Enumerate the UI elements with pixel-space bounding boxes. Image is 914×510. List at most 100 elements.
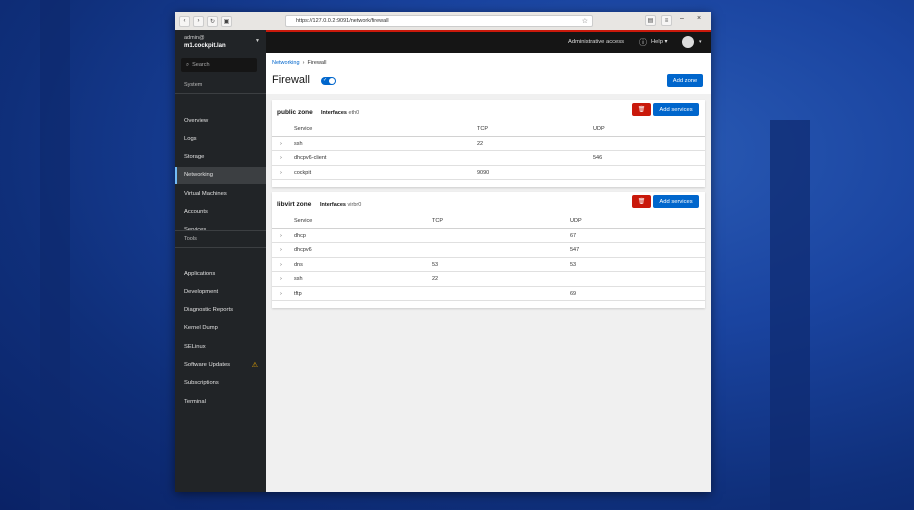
add-services-button[interactable]: Add services: [653, 103, 699, 116]
wallpaper-tree: [40, 0, 70, 510]
trash-icon: 🗑: [637, 199, 646, 205]
column-header: UDP: [570, 218, 582, 224]
table-row[interactable]: › ssh 22: [272, 272, 705, 287]
column-header: Service: [294, 126, 313, 132]
chevron-right-icon[interactable]: ›: [280, 247, 282, 253]
interfaces-value: virbr0: [347, 202, 362, 208]
sidebar-item-storage[interactable]: Storage: [175, 149, 266, 166]
cell-tcp: 22: [432, 276, 439, 282]
chevron-right-icon[interactable]: ›: [280, 233, 282, 239]
chevron-right-icon[interactable]: ›: [280, 291, 282, 297]
sidebar-item-label: SELinux: [184, 343, 206, 350]
sidebar-item-label: Subscriptions: [184, 380, 219, 387]
top-bar: Administrative access ⓘ Help ▾ ▾: [266, 32, 711, 53]
reload-button[interactable]: ↻: [207, 15, 218, 27]
table-row[interactable]: › dns 53 53: [272, 258, 705, 272]
chevron-right-icon[interactable]: ›: [280, 170, 282, 176]
sidebar-item-diagnostic-reports[interactable]: Diagnostic Reports: [175, 302, 266, 319]
breadcrumb-networking[interactable]: Networking: [272, 60, 300, 66]
add-services-button[interactable]: Add services: [653, 195, 699, 208]
sidebar-item-label: Terminal: [184, 398, 206, 405]
divider: [175, 93, 266, 94]
delete-zone-button[interactable]: 🗑: [632, 103, 651, 116]
sidebar-item-label: Diagnostic Reports: [184, 307, 233, 314]
interfaces-label: Interfaces: [320, 202, 346, 208]
sidebar-item-selinux[interactable]: SELinux: [175, 338, 266, 355]
table-row[interactable]: › dhcp 67: [272, 229, 705, 243]
minimize-button[interactable]: –: [680, 15, 684, 22]
cell-tcp: 22: [477, 140, 484, 147]
sidebar-item-overview[interactable]: Overview: [175, 112, 266, 129]
caret-down-icon[interactable]: ▾: [699, 39, 702, 45]
help-icon: ⓘ: [639, 38, 647, 47]
sidebar-item-accounts[interactable]: Accounts: [175, 204, 266, 221]
table-header: Service TCP UDP: [272, 214, 705, 229]
sidebar: admin@ m1.cockpit.lan ▼ ⌕ Search System Ov…: [175, 30, 266, 492]
chevron-right-icon[interactable]: ›: [280, 276, 282, 282]
administrative-access-button[interactable]: Administrative access: [568, 39, 624, 45]
table-row[interactable]: › ssh 22: [272, 137, 705, 151]
help-menu[interactable]: Help ▾: [651, 39, 667, 45]
tabs-button[interactable]: ▤: [645, 15, 656, 26]
cell-service: dhcpv6: [294, 247, 312, 253]
chevron-right-icon[interactable]: ›: [280, 155, 282, 161]
sidebar-item-software-updates[interactable]: Software Updates ⚠: [175, 357, 266, 374]
menu-button[interactable]: ≡: [661, 15, 672, 26]
cell-udp: 547: [570, 247, 580, 253]
column-header: UDP: [593, 126, 605, 132]
bookmark-star-icon[interactable]: ☆: [582, 17, 588, 25]
trash-icon: 🗑: [637, 107, 646, 113]
sidebar-item-networking[interactable]: Networking: [175, 166, 266, 184]
user-label: admin@: [184, 35, 205, 41]
help-label: Help: [651, 39, 663, 45]
section-tools: Tools: [184, 236, 197, 242]
zone-interfaces: Interfaces virbr0: [320, 202, 361, 208]
zone-card: libvirt zone Interfaces virbr0 🗑 Add servic…: [272, 192, 705, 308]
host-switcher[interactable]: admin@ m1.cockpit.lan: [184, 34, 226, 50]
check-icon: ✓: [323, 77, 328, 83]
sidebar-item-label: Software Updates: [184, 362, 231, 368]
screenshot-button[interactable]: ▣: [221, 15, 232, 27]
page-header: Networking › Firewall Firewall ✓ Add zon…: [266, 53, 711, 94]
sidebar-item-development[interactable]: Development: [175, 283, 266, 300]
close-button[interactable]: ×: [697, 15, 701, 22]
sidebar-item-label: Logs: [184, 135, 197, 142]
cell-service: dns: [294, 261, 303, 268]
url-bar[interactable]: https://127.0.0.2:9091/network/firewall ☆: [285, 15, 593, 27]
cell-service: ssh: [294, 140, 303, 147]
search-input[interactable]: ⌕ Search: [181, 58, 257, 72]
column-header: TCP: [432, 218, 443, 224]
cell-service: dhcp: [294, 232, 306, 239]
sidebar-item-applications[interactable]: Applications: [175, 265, 266, 282]
search-placeholder: Search: [192, 62, 210, 68]
avatar[interactable]: [682, 36, 694, 48]
table-row[interactable]: › tftp 69: [272, 287, 705, 301]
sidebar-item-terminal[interactable]: Terminal: [175, 393, 266, 410]
sidebar-item-label: Overview: [184, 117, 209, 124]
breadcrumb: Networking › Firewall: [272, 60, 327, 66]
table-row[interactable]: › cockpit 9090: [272, 166, 705, 180]
chevron-right-icon[interactable]: ›: [280, 141, 282, 147]
table-row[interactable]: › dhcpv6-client 546: [272, 151, 705, 166]
sidebar-item-virtual-machines[interactable]: Virtual Machines: [175, 185, 266, 202]
table-row[interactable]: › dhcpv6 547: [272, 243, 705, 258]
cell-service: tftp: [294, 290, 302, 297]
add-zone-button[interactable]: Add zone: [667, 74, 703, 87]
zone-interfaces: Interfaces eth0: [321, 110, 359, 116]
back-button[interactable]: ‹: [179, 15, 190, 27]
search-icon: ⌕: [186, 61, 190, 68]
chevron-right-icon[interactable]: ›: [280, 262, 282, 268]
host-label: m1.cockpit.lan: [184, 43, 226, 49]
firewall-toggle[interactable]: ✓: [321, 77, 336, 85]
sidebar-item-label: Accounts: [184, 209, 208, 215]
breadcrumb-current: Firewall: [307, 60, 327, 66]
column-header: Service: [294, 218, 313, 224]
caret-down-icon[interactable]: ▼: [255, 38, 260, 44]
zone-name: public zone: [277, 109, 313, 116]
delete-zone-button[interactable]: 🗑: [632, 195, 651, 208]
sidebar-item-logs[interactable]: Logs: [175, 130, 266, 147]
sidebar-item-kernel-dump[interactable]: Kernel Dump: [175, 320, 266, 337]
sidebar-item-label: Virtual Machines: [184, 190, 227, 197]
forward-button[interactable]: ›: [193, 15, 204, 27]
sidebar-item-subscriptions[interactable]: Subscriptions: [175, 375, 266, 392]
